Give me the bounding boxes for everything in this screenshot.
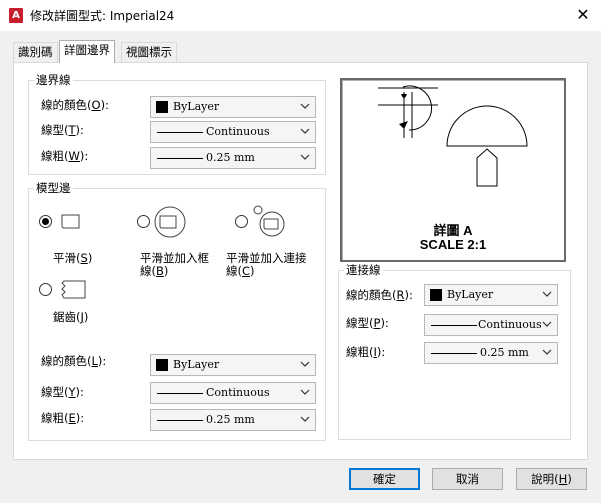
model-edge-group-title: 模型邊 <box>34 180 73 196</box>
jagged-edge-icon <box>61 280 86 299</box>
jagged-label: 鋸齒(J) <box>53 310 89 324</box>
tab-view-label[interactable]: 視圖標示 <box>121 42 177 62</box>
smooth-with-border-label-line2: 線(B) <box>140 264 169 278</box>
smooth-with-border-radio[interactable] <box>137 215 150 228</box>
model-edge-lineweight-dropdown[interactable]: 0.25 mm <box>150 409 316 431</box>
model-edge-linetype-label: 線型(Y): <box>41 385 84 399</box>
boundary-lineweight-dropdown[interactable]: 0.25 mm <box>150 147 316 169</box>
chevron-down-icon <box>542 321 552 327</box>
autocad-app-icon: A <box>9 8 23 23</box>
boundary-color-dropdown[interactable]: ByLayer <box>150 96 316 118</box>
chevron-down-icon <box>300 128 310 134</box>
connection-linetype-label: 線型(P): <box>346 316 389 330</box>
color-swatch <box>156 101 168 113</box>
chevron-down-icon <box>300 389 310 395</box>
chevron-down-icon <box>542 349 552 355</box>
connection-lineweight-dropdown[interactable]: 0.25 mm <box>424 342 558 364</box>
chevron-down-icon <box>300 416 310 422</box>
smooth-radio[interactable] <box>39 215 52 228</box>
chevron-down-icon <box>542 291 552 297</box>
linetype-preview-line <box>157 132 203 133</box>
close-button[interactable]: ✕ <box>572 4 594 26</box>
tab-detail-boundary[interactable]: 詳圖邊界 <box>59 40 115 63</box>
smooth-with-border-icon <box>154 206 186 238</box>
help-button[interactable]: 說明(H) <box>516 468 587 490</box>
color-swatch <box>430 289 442 301</box>
smooth-with-connection-label-line2: 線(C) <box>226 264 255 278</box>
boundary-linetype-label: 線型(T): <box>41 123 84 137</box>
connection-linetype-dropdown[interactable]: Continuous <box>424 314 558 336</box>
color-swatch <box>156 359 168 371</box>
linetype-preview-line <box>157 393 203 394</box>
smooth-with-connection-icon <box>253 205 285 237</box>
connection-color-dropdown[interactable]: ByLayer <box>424 284 558 306</box>
lineweight-preview-line <box>431 353 477 354</box>
cancel-button[interactable]: 取消 <box>432 468 503 490</box>
tab-identifier[interactable]: 識別碼 <box>13 42 58 62</box>
boundary-group-title: 邊界線 <box>34 72 73 88</box>
model-edge-linetype-dropdown[interactable]: Continuous <box>150 382 316 404</box>
preview-scale-label: SCALE 2:1 <box>419 237 487 252</box>
chevron-down-icon <box>300 361 310 367</box>
lineweight-preview-line <box>157 420 203 421</box>
model-edge-color-dropdown[interactable]: ByLayer <box>150 354 316 376</box>
chevron-down-icon <box>300 154 310 160</box>
window-title: 修改詳圖型式: Imperial24 <box>30 9 175 23</box>
boundary-lineweight-label: 線粗(W): <box>41 149 89 163</box>
model-edge-color-label: 線的顏色(L): <box>41 354 107 368</box>
boundary-linetype-dropdown[interactable]: Continuous <box>150 121 316 143</box>
smooth-edge-icon <box>61 214 80 229</box>
model-edge-lineweight-label: 線粗(E): <box>41 411 85 425</box>
jagged-radio[interactable] <box>39 283 52 296</box>
connection-lineweight-label: 線粗(I): <box>346 345 386 359</box>
connection-group-title: 連接線 <box>344 262 383 278</box>
title-bar: A 修改詳圖型式: Imperial24 ✕ <box>0 0 601 31</box>
lineweight-preview-line <box>157 158 203 159</box>
detail-style-preview: 詳圖 A SCALE 2:1 <box>340 78 566 262</box>
smooth-with-connection-radio[interactable] <box>235 215 248 228</box>
boundary-color-label: 線的顏色(O): <box>41 98 109 112</box>
linetype-preview-line <box>431 325 477 326</box>
chevron-down-icon <box>300 103 310 109</box>
smooth-label: 平滑(S) <box>53 251 93 265</box>
connection-color-label: 線的顏色(R): <box>346 288 413 302</box>
ok-button[interactable]: 確定 <box>349 468 420 490</box>
